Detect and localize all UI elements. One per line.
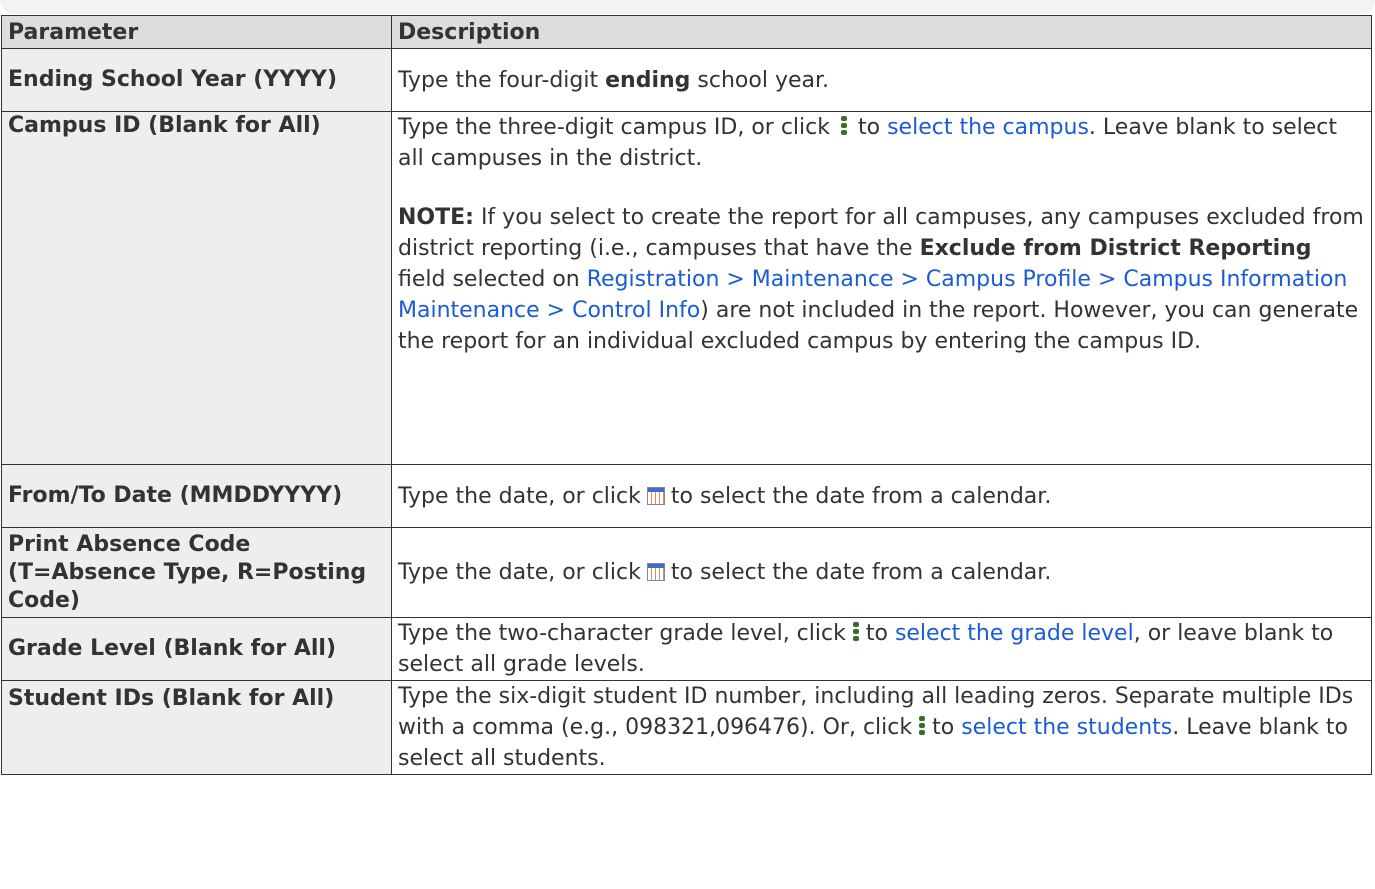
top-strip: [0, 0, 1375, 14]
parameter-table: Parameter Description Ending School Year…: [1, 15, 1372, 775]
calendar-icon[interactable]: [646, 563, 665, 581]
param-name: Grade Level (Blank for All): [1, 617, 392, 681]
select-grade-level-link[interactable]: select the grade level: [895, 621, 1134, 646]
param-name: Student IDs (Blank for All): [1, 680, 392, 775]
param-name: Print Absence Code (T=Absence Type, R=Po…: [1, 527, 392, 618]
table-row: Student IDs (Blank for All) Type the six…: [1, 680, 1372, 775]
table-header-row: Parameter Description: [1, 15, 1372, 49]
param-description: Type the six-digit student ID number, in…: [391, 680, 1372, 775]
lookup-icon[interactable]: [916, 715, 928, 737]
bold-term: Exclude from District Reporting: [919, 236, 1312, 261]
lookup-icon[interactable]: [838, 115, 850, 137]
param-description: Type the four-digit ending school year.: [391, 48, 1372, 112]
note-text: NOTE: If you select to create the report…: [398, 205, 1364, 354]
column-header-description: Description: [391, 15, 1372, 49]
param-name: Ending School Year (YYYY): [1, 48, 392, 112]
select-students-link[interactable]: select the students: [961, 715, 1172, 740]
select-campus-link[interactable]: select the campus: [887, 115, 1089, 140]
bold-term: ending: [605, 67, 691, 93]
table-row: Ending School Year (YYYY) Type the four-…: [1, 48, 1372, 112]
table-row: From/To Date (MMDDYYYY) Type the date, o…: [1, 464, 1372, 528]
param-description: Type the three-digit campus ID, or click…: [391, 111, 1372, 465]
param-name: From/To Date (MMDDYYYY): [1, 464, 392, 528]
column-header-parameter: Parameter: [1, 15, 392, 49]
param-description: Type the date, or click to select the dat…: [391, 464, 1372, 528]
param-description: Type the date, or click to select the dat…: [391, 527, 1372, 618]
calendar-icon[interactable]: [646, 486, 665, 505]
campus-id-text: Type the three-digit campus ID, or click…: [398, 115, 1338, 171]
param-description: Type the two-character grade level, clic…: [391, 617, 1372, 681]
table-row: Print Absence Code (T=Absence Type, R=Po…: [1, 527, 1372, 618]
param-name: Campus ID (Blank for All): [1, 111, 392, 465]
note-label: NOTE:: [398, 205, 474, 230]
table-row: Grade Level (Blank for All) Type the two…: [1, 617, 1372, 681]
lookup-icon[interactable]: [850, 621, 862, 643]
table-row: Campus ID (Blank for All) Type the three…: [1, 111, 1372, 465]
